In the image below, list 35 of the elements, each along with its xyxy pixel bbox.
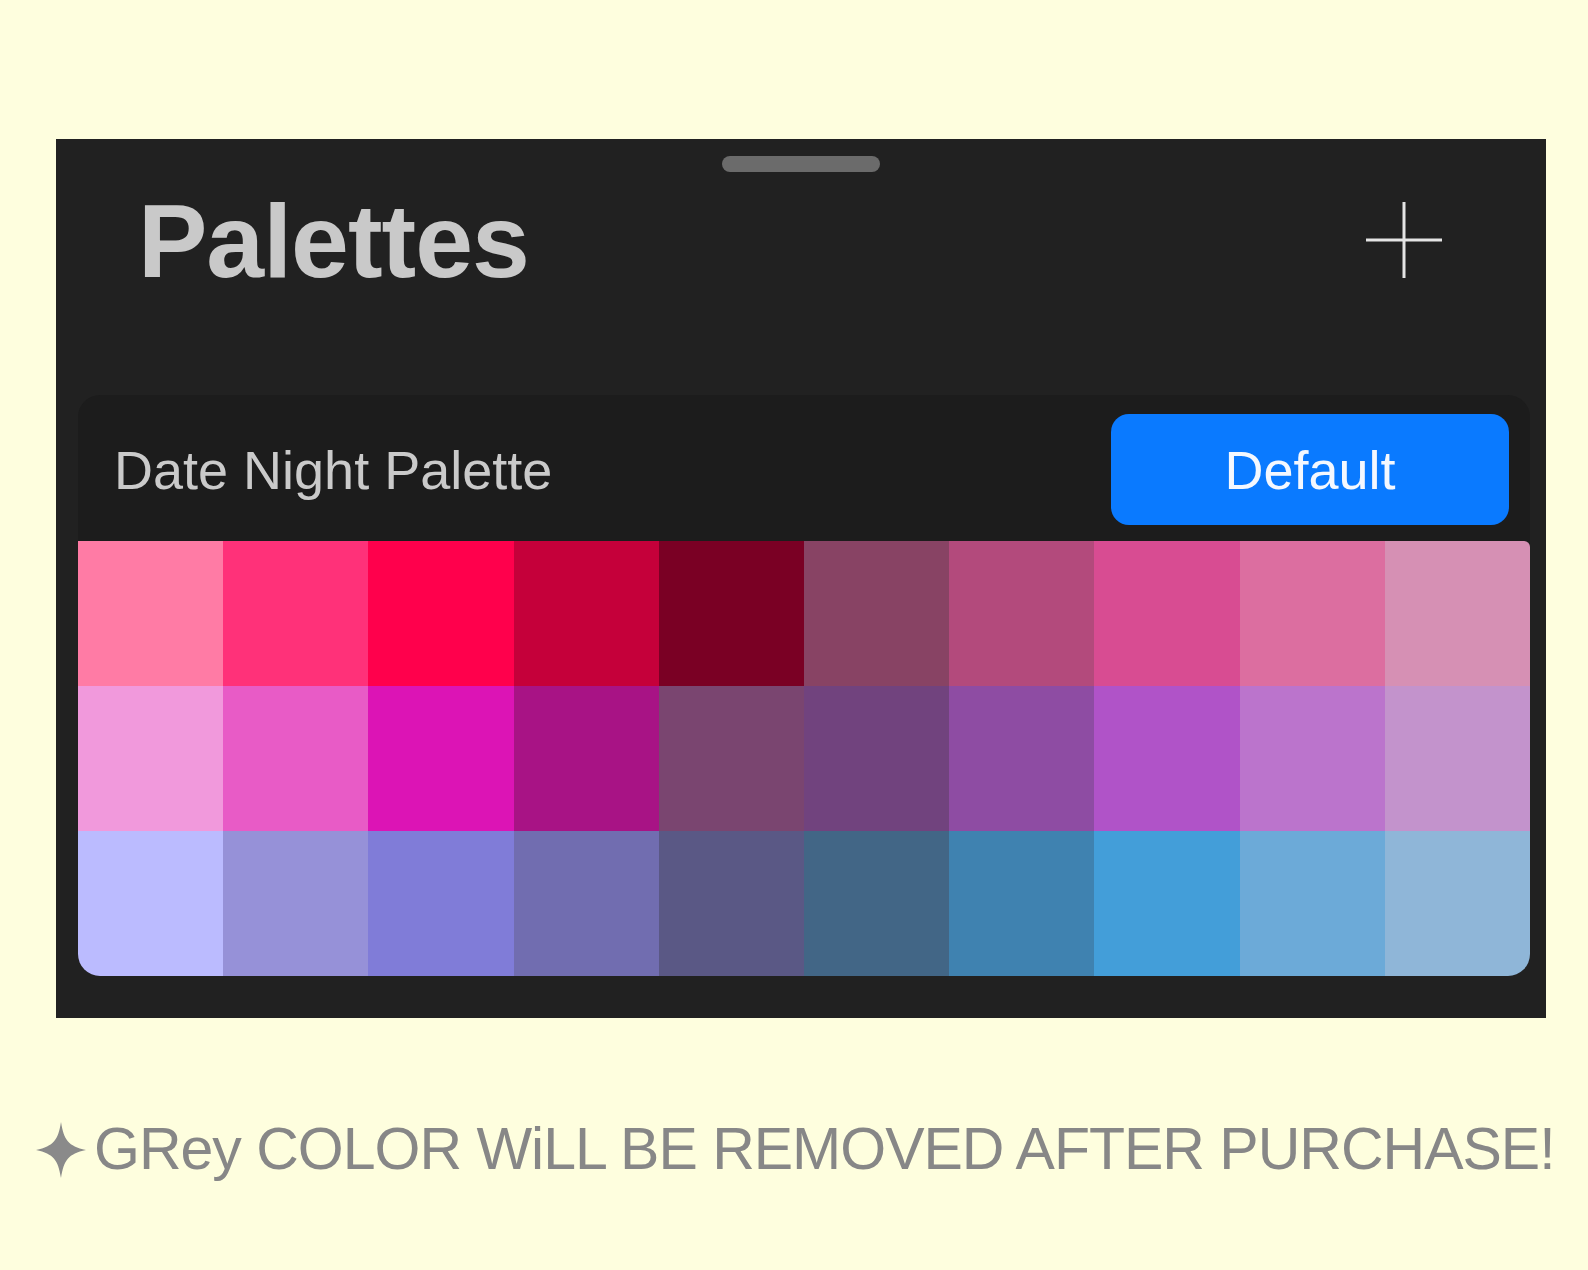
swatch-icon[interactable] xyxy=(223,831,369,976)
swatch-icon[interactable] xyxy=(368,831,514,976)
swatch-icon[interactable] xyxy=(223,541,369,686)
swatch-icon[interactable] xyxy=(804,686,950,831)
swatch-icon[interactable] xyxy=(513,541,659,686)
drag-handle[interactable] xyxy=(722,156,880,172)
swatch-icon[interactable] xyxy=(949,686,1095,831)
swatch-icon[interactable] xyxy=(78,831,224,976)
swatch-icon[interactable] xyxy=(1384,686,1530,831)
swatch-icon[interactable] xyxy=(1094,831,1240,976)
swatch-icon[interactable] xyxy=(78,541,224,686)
swatch-icon[interactable] xyxy=(949,541,1095,686)
add-icon[interactable] xyxy=(1366,202,1442,278)
swatch-icon[interactable] xyxy=(1239,686,1385,831)
swatch-icon[interactable] xyxy=(658,831,804,976)
swatch-icon[interactable] xyxy=(949,831,1095,976)
default-button[interactable]: Default xyxy=(1111,414,1509,525)
swatch-icon[interactable] xyxy=(658,686,804,831)
swatch-icon[interactable] xyxy=(804,541,950,686)
swatch-icon[interactable] xyxy=(368,541,514,686)
caption-text: GRey COLOR WiLL BE REMOVED AFTER PURCHASE! xyxy=(94,1120,1555,1179)
swatch-icon[interactable] xyxy=(658,541,804,686)
swatch-icon[interactable] xyxy=(1239,541,1385,686)
swatch-icon[interactable] xyxy=(368,686,514,831)
swatch-icon[interactable] xyxy=(1384,541,1530,686)
swatch-icon[interactable] xyxy=(223,686,369,831)
swatch-icon[interactable] xyxy=(513,686,659,831)
swatch-icon[interactable] xyxy=(513,831,659,976)
swatch-icon[interactable] xyxy=(78,686,224,831)
swatch-icon[interactable] xyxy=(1384,831,1530,976)
sheet-title: Palettes xyxy=(138,189,529,293)
swatch-icon[interactable] xyxy=(1094,541,1240,686)
swatch-icon[interactable] xyxy=(1239,831,1385,976)
swatch-icon[interactable] xyxy=(1094,686,1240,831)
swatch-icon[interactable] xyxy=(804,831,950,976)
